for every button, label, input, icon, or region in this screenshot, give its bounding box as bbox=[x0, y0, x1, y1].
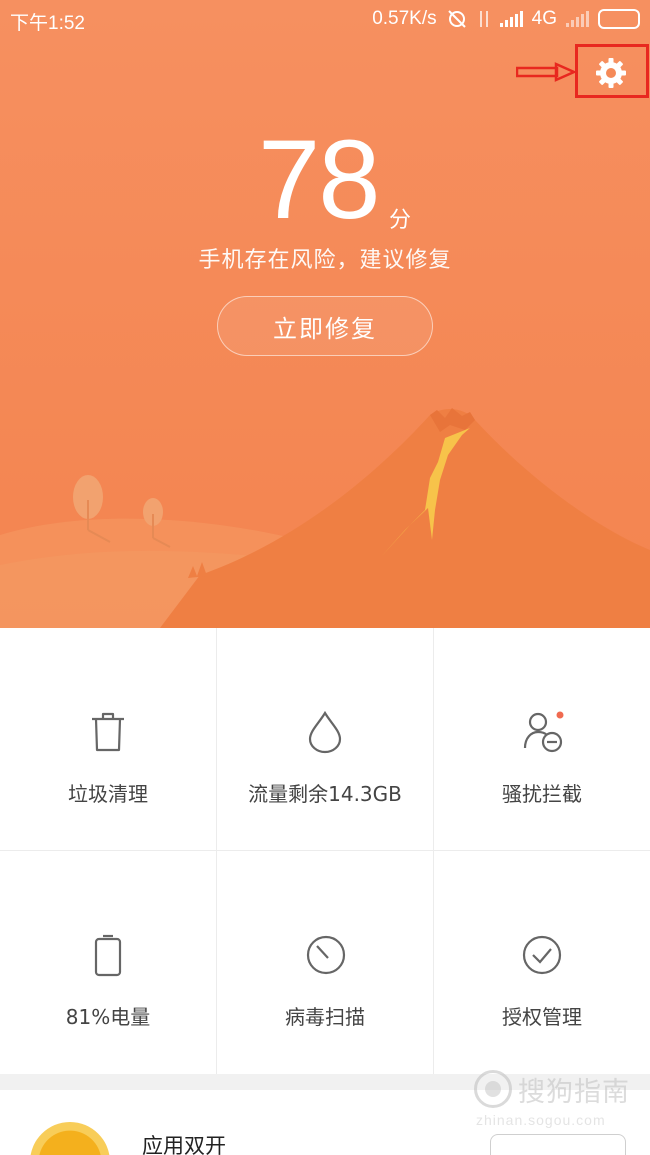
tools-grid: 垃圾清理 流量剩余14.3GB 骚扰拦截 81%电量 病毒扫描 授权管理 bbox=[0, 628, 650, 1074]
tool-permission-manage[interactable]: 授权管理 bbox=[434, 851, 650, 1073]
status-time: 下午1:52 bbox=[10, 13, 85, 34]
red-arrow-annotation bbox=[516, 62, 576, 82]
net-speed: 0.57K/s bbox=[372, 8, 437, 29]
tool-label: 病毒扫描 bbox=[285, 1005, 365, 1029]
dual-app-icon bbox=[30, 1122, 110, 1155]
signal-secondary-icon bbox=[566, 11, 589, 27]
sync-off-icon bbox=[447, 10, 466, 28]
hero-panel: 下午1:52 0.57K/s 4G 78 分 手机存在风险，建议修复 立即修复 bbox=[0, 0, 650, 628]
dual-app-open-button[interactable] bbox=[490, 1134, 626, 1155]
gear-icon[interactable] bbox=[594, 56, 628, 90]
sogou-watermark: 搜狗指南 zhinan.sogou.com bbox=[470, 1066, 645, 1136]
network-type: 4G bbox=[531, 8, 557, 29]
dual-app-title: 应用双开 bbox=[142, 1134, 226, 1155]
score-unit: 分 bbox=[389, 208, 412, 233]
tool-label: 81%电量 bbox=[65, 1005, 151, 1029]
check-circle-icon bbox=[522, 935, 562, 975]
trash-icon bbox=[92, 712, 124, 752]
battery-outline-icon bbox=[94, 934, 122, 977]
battery-icon bbox=[598, 9, 640, 29]
volcano-illustration bbox=[0, 408, 650, 628]
tool-label: 授权管理 bbox=[502, 1005, 582, 1029]
signal-icon bbox=[499, 11, 523, 27]
risk-warning: 手机存在风险，建议修复 bbox=[198, 248, 452, 273]
tool-data-usage[interactable]: 流量剩余14.3GB bbox=[217, 628, 433, 850]
tool-battery[interactable]: 81%电量 bbox=[0, 851, 216, 1073]
tool-virus-scan[interactable]: 病毒扫描 bbox=[217, 851, 433, 1073]
status-indicators: 0.57K/s 4G bbox=[372, 8, 640, 30]
data-arrows-icon bbox=[479, 11, 488, 27]
tool-junk-clean[interactable]: 垃圾清理 bbox=[0, 628, 216, 850]
fix-now-button[interactable]: 立即修复 bbox=[217, 296, 433, 356]
user-block-icon bbox=[523, 711, 564, 753]
sogou-logo-icon bbox=[474, 1070, 512, 1108]
scan-timer-icon bbox=[306, 935, 346, 975]
tool-label: 流量剩余14.3GB bbox=[248, 782, 402, 806]
tool-harassment-block[interactable]: 骚扰拦截 bbox=[434, 628, 650, 850]
water-drop-icon bbox=[308, 710, 342, 754]
score-display: 78 分 bbox=[0, 120, 650, 240]
watermark-text: 搜狗指南 bbox=[518, 1077, 630, 1108]
tool-label: 垃圾清理 bbox=[68, 782, 148, 806]
tool-label: 骚扰拦截 bbox=[502, 782, 582, 806]
notification-badge bbox=[556, 711, 564, 719]
watermark-url: zhinan.sogou.com bbox=[476, 1112, 606, 1128]
score-value: 78 bbox=[258, 117, 381, 242]
status-bar: 下午1:52 0.57K/s 4G bbox=[0, 0, 650, 38]
